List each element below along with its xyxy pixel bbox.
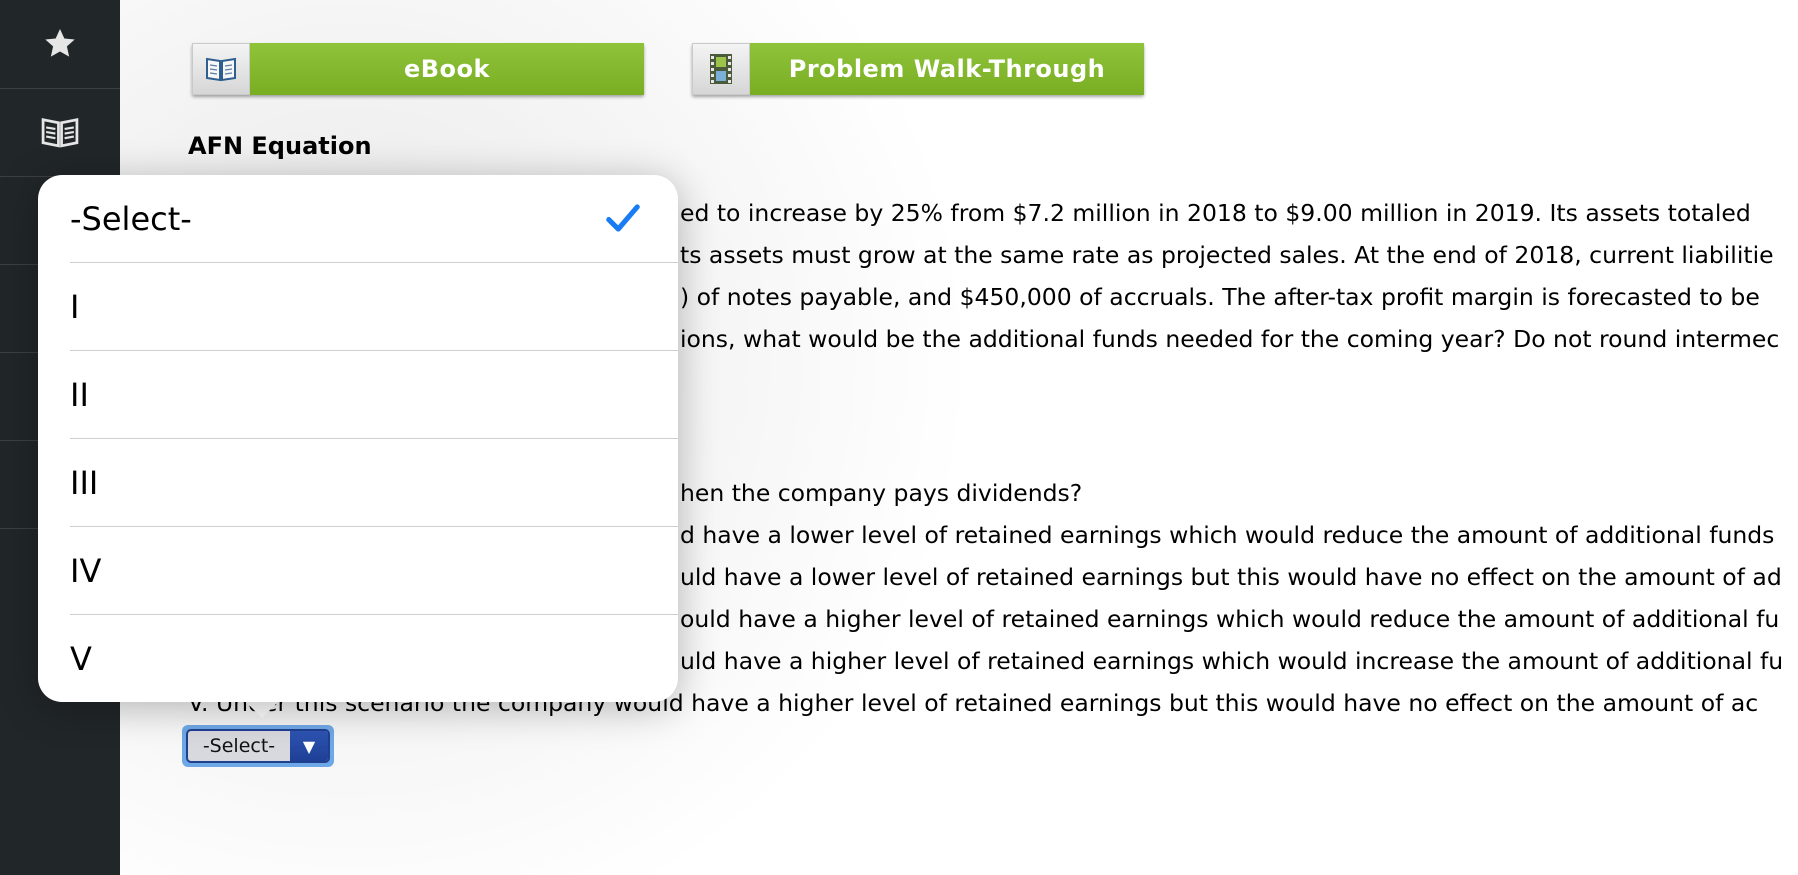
option-label: III: [70, 464, 99, 502]
problem-text-line: ) of notes payable, and $450,000 of accr…: [680, 283, 1760, 311]
dropdown-arrow-icon[interactable]: ▼: [290, 731, 328, 761]
dropdown-option-i[interactable]: I: [70, 263, 678, 351]
dropdown-option-iii[interactable]: III: [70, 439, 678, 527]
option-label: IV: [70, 552, 102, 590]
dropdown-option-iv[interactable]: IV: [70, 527, 678, 615]
option-label: II: [70, 376, 89, 414]
dropdown-option-v[interactable]: V: [70, 615, 678, 703]
option-label: -Select-: [70, 200, 192, 238]
dropdown-option-select[interactable]: -Select-: [70, 175, 678, 263]
problem-text-line: ed to increase by 25% from $7.2 million …: [680, 199, 1751, 227]
ebook-label: eBook: [250, 43, 644, 95]
book-open-icon: [41, 118, 79, 148]
choice-text: d have a lower level of retained earning…: [680, 521, 1775, 549]
book-icon: [192, 43, 250, 95]
dropdown-popover: -Select- I II III IV V: [38, 175, 678, 702]
question-text: hen the company pays dividends?: [680, 479, 1083, 507]
problem-text-line: ts assets must grow at the same rate as …: [680, 241, 1774, 269]
choice-text: ould have a higher level of retained ear…: [680, 605, 1780, 633]
select-value: -Select-: [202, 735, 276, 757]
problem-walkthrough-label: Problem Walk-Through: [750, 43, 1144, 95]
problem-text-line: ions, what would be the additional funds…: [680, 325, 1780, 353]
option-label: I: [70, 288, 80, 326]
film-icon: [692, 43, 750, 95]
sidebar-item-reading[interactable]: [0, 88, 120, 177]
checkmark-icon: [606, 204, 640, 232]
choice-text: uld have a higher level of retained earn…: [680, 647, 1784, 675]
sidebar-item-favorites[interactable]: [0, 0, 120, 89]
choice-text: uld have a lower level of retained earni…: [680, 563, 1782, 591]
star-icon: [45, 29, 75, 57]
ebook-button[interactable]: eBook: [192, 43, 644, 95]
option-label: V: [70, 640, 92, 678]
select-control[interactable]: -Select- ▼: [186, 729, 330, 763]
problem-walkthrough-button[interactable]: Problem Walk-Through: [692, 43, 1144, 95]
answer-select[interactable]: -Select- ▼: [182, 725, 334, 767]
dropdown-option-ii[interactable]: II: [70, 351, 678, 439]
problem-title: AFN Equation: [188, 132, 372, 160]
